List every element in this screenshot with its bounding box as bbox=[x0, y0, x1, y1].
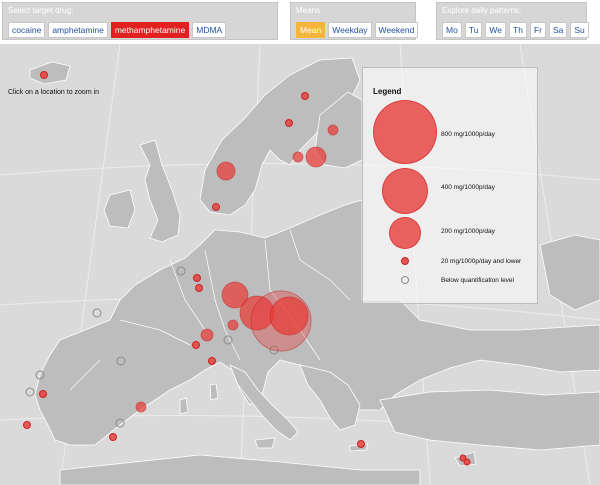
means-panel: Means Mean Weekday Weekend bbox=[290, 2, 419, 40]
legend-label-200: 200 mg/1000p/day bbox=[441, 228, 495, 235]
site-marker[interactable] bbox=[357, 440, 365, 448]
legend-label-20: 20 mg/1000p/day and lower bbox=[441, 258, 522, 265]
means-button-weekday[interactable]: Weekday bbox=[328, 22, 372, 38]
site-marker[interactable] bbox=[227, 319, 239, 331]
legend-circle-200 bbox=[389, 217, 421, 249]
site-marker[interactable] bbox=[195, 284, 203, 292]
day-button-tu[interactable]: Tu bbox=[464, 22, 483, 38]
legend-circle-below bbox=[401, 276, 409, 284]
site-marker[interactable] bbox=[23, 421, 31, 429]
drug-panel: Select target drug: cocaine amphetamine … bbox=[2, 2, 278, 40]
means-panel-title: Means bbox=[296, 6, 321, 15]
day-button-we[interactable]: We bbox=[485, 22, 507, 38]
site-marker[interactable] bbox=[192, 341, 200, 349]
site-marker[interactable] bbox=[269, 296, 309, 336]
legend-label-800: 800 mg/1000p/day bbox=[441, 131, 495, 138]
site-marker[interactable] bbox=[208, 357, 216, 365]
drug-panel-title: Select target drug: bbox=[8, 6, 74, 15]
site-marker[interactable] bbox=[292, 151, 304, 163]
day-button-fr[interactable]: Fr bbox=[529, 22, 546, 38]
patterns-panel-title: Explore daily patterns: bbox=[442, 6, 522, 15]
legend-circle-400 bbox=[382, 168, 428, 214]
site-marker[interactable] bbox=[463, 458, 471, 466]
drug-button-amphetamine[interactable]: amphetamine bbox=[48, 22, 108, 38]
site-marker[interactable] bbox=[39, 390, 47, 398]
legend-title: Legend bbox=[373, 87, 402, 96]
site-marker[interactable] bbox=[327, 124, 339, 136]
legend-circle-800 bbox=[373, 100, 437, 164]
drug-button-methamphetamine[interactable]: methamphetamine bbox=[110, 22, 190, 38]
controls-bar: Select target drug: cocaine amphetamine … bbox=[0, 0, 600, 44]
drug-button-mdma[interactable]: MDMA bbox=[192, 22, 227, 38]
legend-panel: Legend 800 mg/1000p/day 400 mg/1000p/day… bbox=[362, 67, 538, 304]
day-button-sa[interactable]: Sa bbox=[548, 22, 568, 38]
legend-circle-20 bbox=[401, 257, 409, 265]
site-marker[interactable] bbox=[216, 161, 236, 181]
day-button-mo[interactable]: Mo bbox=[442, 22, 462, 38]
day-button-su[interactable]: Su bbox=[570, 22, 589, 38]
legend-label-below: Below quantification level bbox=[441, 277, 514, 284]
site-marker[interactable] bbox=[109, 433, 117, 441]
map-hint: Click on a location to zoom in bbox=[8, 89, 100, 96]
day-button-th[interactable]: Th bbox=[509, 22, 527, 38]
site-marker[interactable] bbox=[200, 328, 214, 342]
means-button-mean[interactable]: Mean bbox=[296, 22, 326, 38]
site-marker[interactable] bbox=[305, 146, 327, 168]
app-frame: Select target drug: cocaine amphetamine … bbox=[0, 0, 600, 485]
means-button-weekend[interactable]: Weekend bbox=[374, 22, 419, 38]
site-marker[interactable] bbox=[135, 401, 147, 413]
site-marker[interactable] bbox=[193, 274, 201, 282]
patterns-panel: Explore daily patterns: Mo Tu We Th Fr S… bbox=[436, 2, 589, 40]
site-marker[interactable] bbox=[212, 203, 220, 211]
drug-button-cocaine[interactable]: cocaine bbox=[8, 22, 46, 38]
site-marker[interactable] bbox=[40, 71, 48, 79]
site-marker[interactable] bbox=[285, 119, 293, 127]
legend-label-400: 400 mg/1000p/day bbox=[441, 184, 495, 191]
site-marker[interactable] bbox=[301, 92, 309, 100]
